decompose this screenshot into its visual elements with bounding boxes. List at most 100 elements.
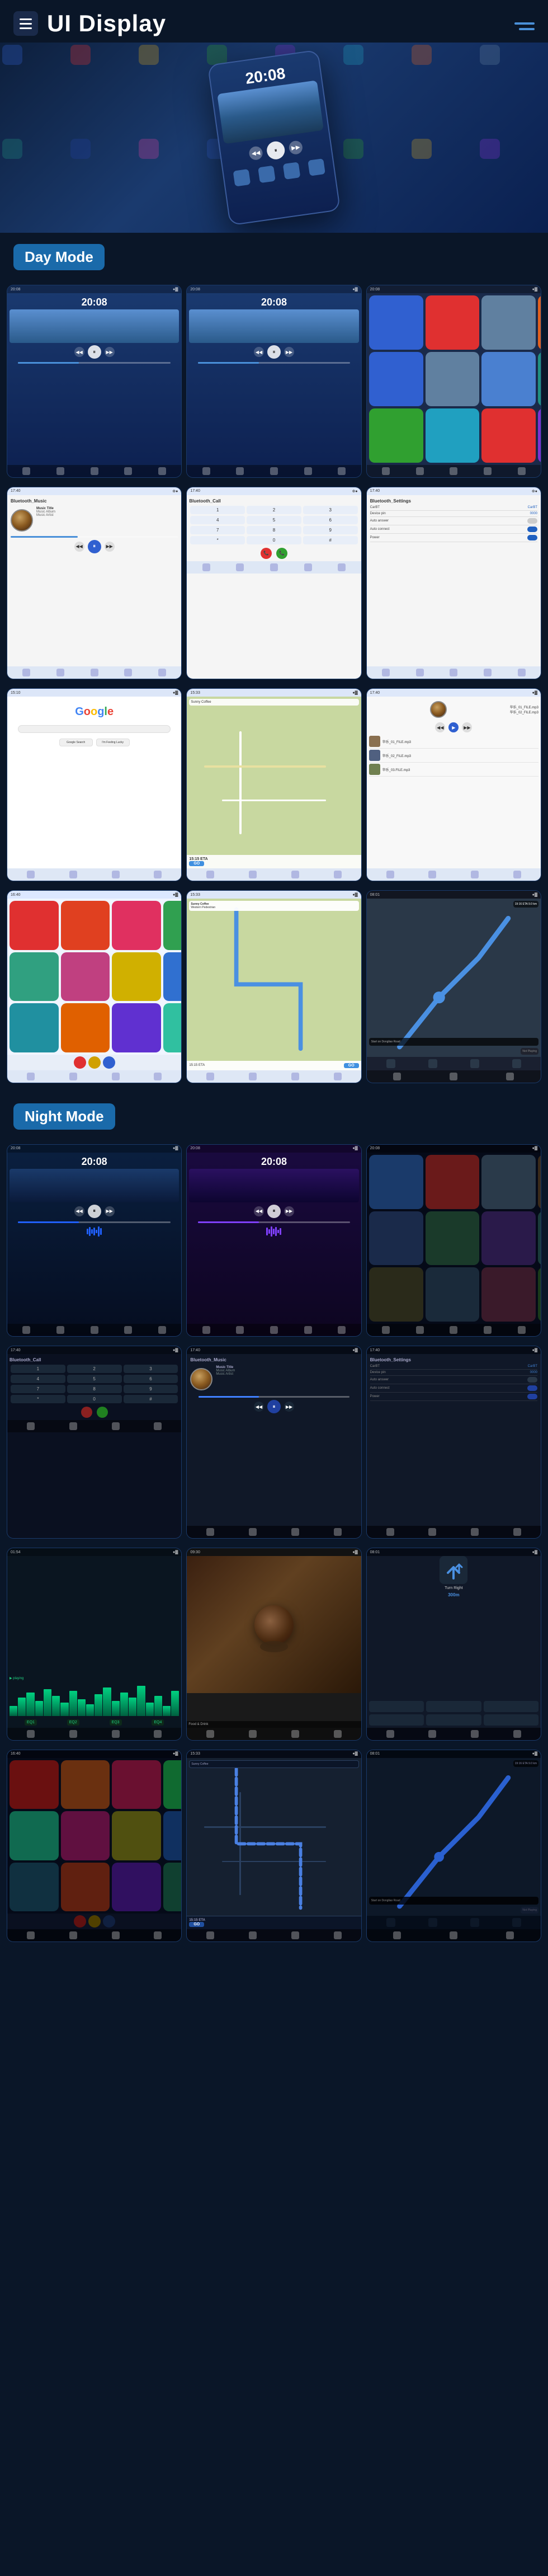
night-app-1[interactable] xyxy=(369,1267,423,1322)
bt-prev[interactable]: ◀◀ xyxy=(74,542,84,552)
app-waze-2[interactable] xyxy=(10,952,59,1002)
night-app-files[interactable] xyxy=(481,1155,536,1209)
night-bt-next[interactable]: ▶▶ xyxy=(284,1402,294,1412)
night-appgrid[interactable]: 20:08 ●▓ xyxy=(366,1144,541,1337)
app-telegram[interactable] xyxy=(369,295,423,350)
eq-preset-4[interactable]: EQ4 xyxy=(152,1719,164,1726)
night-dock-phone[interactable] xyxy=(74,1915,86,1928)
local-item-2[interactable]: 华乐_02_FILE.mp3 xyxy=(369,749,538,763)
map-search-overlay[interactable]: Sunny Coffee xyxy=(189,699,358,706)
night-app-waze[interactable] xyxy=(426,1211,480,1266)
night-key-9[interactable]: 9 xyxy=(124,1385,178,1393)
night-key-7[interactable]: 7 xyxy=(11,1385,65,1393)
key-1[interactable]: 1 xyxy=(190,506,245,514)
night-carplay-nav[interactable]: 08:01 ●▓ 19:16 ETA 9.0 km Start on Dongl… xyxy=(366,1750,541,1943)
nav-go-btn[interactable]: GO xyxy=(344,1063,359,1068)
day-google-screen[interactable]: 15:10 ●▓ Google Google Search I'm Feelin… xyxy=(7,688,182,881)
dock-music[interactable] xyxy=(88,1056,101,1069)
next-button-1[interactable]: ▶▶ xyxy=(105,347,115,357)
night-key-2[interactable]: 2 xyxy=(67,1365,122,1373)
night-nav-btn-4[interactable] xyxy=(369,1714,424,1726)
key-star[interactable]: * xyxy=(190,536,245,544)
eq-preset-2[interactable]: EQ2 xyxy=(67,1719,79,1726)
music-controls-1[interactable]: ◀◀ ⏸ ▶▶ xyxy=(74,345,115,359)
carplay-btn-2[interactable] xyxy=(428,1059,437,1068)
app-purple-1[interactable] xyxy=(538,408,541,463)
day-local-music[interactable]: 17:40 ●▓ 华乐_01_FILE.mp3 华乐_02_FILE.mp3 ◀… xyxy=(366,688,541,881)
night-nav-btn-2[interactable] xyxy=(426,1701,481,1712)
prev-button-1[interactable]: ◀◀ xyxy=(74,347,84,357)
night-key-hash[interactable]: # xyxy=(124,1395,178,1403)
night-next-1[interactable]: ▶▶ xyxy=(105,1206,115,1216)
bt-auto-connect-row[interactable]: Auto connect xyxy=(370,525,537,534)
play-button-1[interactable]: ⏸ xyxy=(88,345,101,359)
app-purple-2[interactable] xyxy=(112,1003,161,1052)
app-nav[interactable] xyxy=(538,352,541,406)
day-nav-route[interactable]: 15:33 ●▓ Sunny Coffee Western Pedestrian xyxy=(186,890,361,1083)
auto-answer-toggle[interactable] xyxy=(527,518,537,524)
day-music-screen-2[interactable]: 20:08 ●▓ 20:08 ◀◀ ⏸ ▶▶ xyxy=(186,285,361,478)
night-bt-settings[interactable]: 17:40 ●▓ Bluetooth_Settings CarBT CarBT … xyxy=(366,1346,541,1539)
app-orange-2[interactable] xyxy=(61,1003,110,1052)
day-bt-call[interactable]: 17:40 ⊕● Bluetooth_Call 1 2 3 4 5 6 7 8 … xyxy=(186,487,361,680)
night-auto-connect-row[interactable]: Auto connect xyxy=(370,1384,537,1393)
night-yellow-app[interactable] xyxy=(112,1811,161,1860)
night-nav-btn-6[interactable] xyxy=(484,1714,538,1726)
prev-button-2[interactable]: ◀◀ xyxy=(254,347,264,357)
night-key-star[interactable]: * xyxy=(11,1395,65,1403)
night-key-1[interactable]: 1 xyxy=(11,1365,65,1373)
app-cyan-2[interactable] xyxy=(163,1003,182,1052)
local-prev[interactable]: ◀◀ xyxy=(435,722,445,732)
night-app-3[interactable] xyxy=(481,1267,536,1322)
night-bt-play[interactable]: ⏸ xyxy=(267,1400,281,1413)
night-auto-connect-toggle[interactable] xyxy=(527,1385,537,1391)
night-app-nav[interactable] xyxy=(538,1211,541,1266)
music-controls-2[interactable]: ◀◀ ⏸ ▶▶ xyxy=(254,345,294,359)
eq-preset-1[interactable]: EQ1 xyxy=(25,1719,37,1726)
night-prev-2[interactable]: ◀◀ xyxy=(254,1206,264,1216)
app-files[interactable] xyxy=(481,295,536,350)
app-teal-2[interactable] xyxy=(10,1003,59,1052)
night-play-2[interactable]: ⏸ xyxy=(267,1205,281,1218)
night-app-bt[interactable] xyxy=(481,1211,536,1266)
night-teal-app[interactable] xyxy=(10,1863,59,1912)
night-power-toggle[interactable] xyxy=(527,1394,537,1399)
night-auto-answer-toggle[interactable] xyxy=(527,1377,537,1383)
night-end-call[interactable] xyxy=(81,1407,92,1418)
night-go-btn[interactable]: GO xyxy=(189,1922,204,1927)
local-item-3[interactable]: 华乐_03.FILE.mp3 xyxy=(369,763,538,777)
key-8[interactable]: 8 xyxy=(247,526,301,534)
night-green-app[interactable] xyxy=(163,1760,182,1809)
night-key-5[interactable]: 5 xyxy=(67,1375,122,1383)
night-next-2[interactable]: ▶▶ xyxy=(284,1206,294,1216)
night-carplay-btn-2[interactable] xyxy=(428,1918,437,1927)
local-play[interactable]: ▶ xyxy=(448,722,459,732)
local-item-1[interactable]: 华乐_01_FILE.mp3 xyxy=(369,735,538,749)
night-turn-nav[interactable]: 08:01 ●▓ Turn Right 300m xyxy=(366,1548,541,1741)
night-music-2[interactable]: 20:08 ●▓ 20:08 ◀◀ ⏸ ▶▶ xyxy=(186,1144,361,1337)
night-prev-1[interactable]: ◀◀ xyxy=(74,1206,84,1216)
night-music-1[interactable]: 20:08 ●▓ 20:08 ◀◀ ⏸ ▶▶ xyxy=(7,1144,182,1337)
answer-call-btn[interactable]: 📞 xyxy=(276,548,287,559)
night-key-8[interactable]: 8 xyxy=(67,1385,122,1393)
night-search-overlay[interactable]: Sunny Coffee xyxy=(189,1760,358,1768)
menu-button[interactable] xyxy=(13,11,38,36)
key-9[interactable]: 9 xyxy=(303,526,358,534)
app-pink-2[interactable] xyxy=(61,952,110,1002)
night-answer[interactable] xyxy=(97,1407,108,1418)
eq-preset-3[interactable]: EQ3 xyxy=(110,1719,122,1726)
day-appgrid-screen[interactable]: 20:08 ●▓ xyxy=(366,285,541,478)
day-apps-2[interactable]: 16:40 ●▓ xyxy=(7,890,182,1083)
key-7[interactable]: 7 xyxy=(190,526,245,534)
night-bt-music-controls[interactable]: ◀◀ ⏸ ▶▶ xyxy=(190,1400,357,1413)
key-4[interactable]: 4 xyxy=(190,516,245,524)
app-podcast[interactable] xyxy=(61,901,110,950)
night-controls-2[interactable]: ◀◀ ⏸ ▶▶ xyxy=(254,1205,294,1218)
night-key-6[interactable]: 6 xyxy=(124,1375,178,1383)
night-app-phone[interactable] xyxy=(369,1211,423,1266)
map-go-btn[interactable]: GO xyxy=(189,861,204,866)
app-red-1[interactable] xyxy=(481,408,536,463)
night-key-0[interactable]: 0 xyxy=(67,1395,122,1403)
key-3[interactable]: 3 xyxy=(303,506,358,514)
day-bt-music[interactable]: 17:40 ⊕● Bluetooth_Music Music Title Mus… xyxy=(7,487,182,680)
